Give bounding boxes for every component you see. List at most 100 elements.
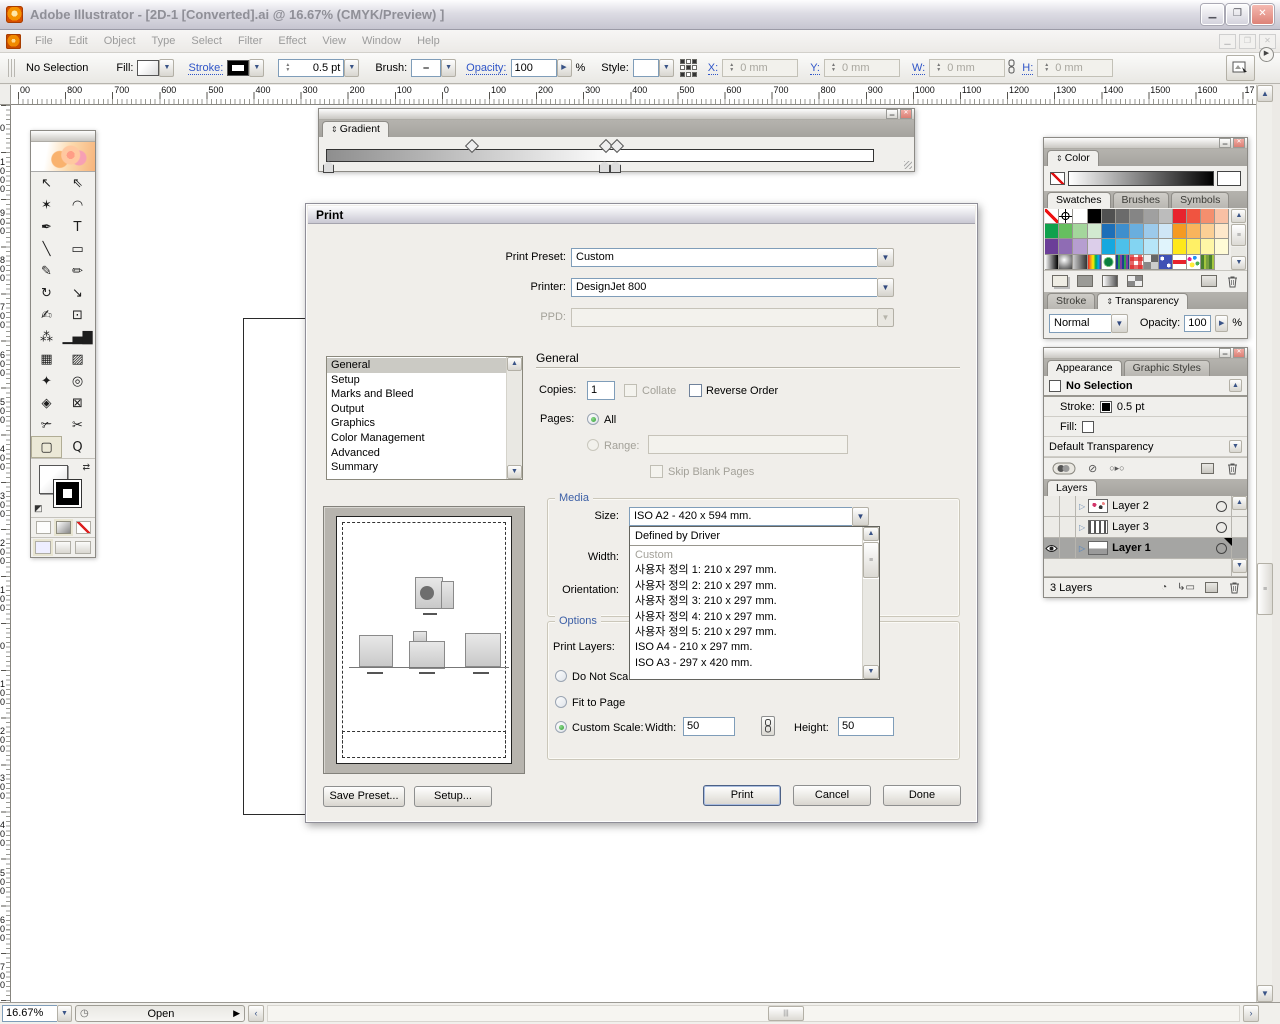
status-field[interactable]: ◷ Open ▶ [75, 1005, 245, 1022]
swatch[interactable] [1088, 209, 1102, 224]
swap-fill-stroke-icon[interactable]: ⇄ [82, 462, 90, 473]
swatch[interactable] [1045, 239, 1059, 254]
gradient-stop[interactable] [323, 161, 334, 173]
warp-tool[interactable]: ✍ [31, 304, 62, 326]
palette-close-icon[interactable]: ✕ [1233, 138, 1245, 148]
menu-item[interactable]: Window [354, 33, 409, 49]
tab-color[interactable]: ⇕Color [1047, 150, 1099, 166]
opacity-popup-icon[interactable]: ▶ [557, 59, 572, 77]
gradient-ramp[interactable] [326, 149, 874, 162]
swatch[interactable] [1187, 255, 1201, 270]
scroll-down-icon[interactable]: ▼ [863, 665, 879, 679]
palette-close-icon[interactable]: ✕ [900, 109, 912, 119]
pages-all-radio[interactable] [587, 413, 599, 425]
swatch[interactable] [1073, 209, 1087, 224]
scroll-right-icon[interactable]: › [1243, 1005, 1259, 1022]
cancel-button[interactable]: Cancel [793, 785, 871, 806]
palette-minimize-icon[interactable]: ▁ [886, 109, 898, 119]
menu-item[interactable]: Help [409, 33, 448, 49]
swatch[interactable] [1159, 209, 1173, 224]
gradient-stop[interactable] [599, 161, 610, 173]
delete-layer-icon[interactable] [1228, 581, 1241, 594]
swatch[interactable] [1187, 239, 1201, 254]
scrollbar-thumb[interactable]: ≡ [1231, 224, 1246, 246]
zoom-level-combo[interactable]: 16.67% ▼ [2, 1005, 72, 1022]
swatch[interactable] [1102, 224, 1116, 239]
delete-item-icon[interactable] [1226, 462, 1239, 475]
palette-menu-icon[interactable]: ▶ [1259, 47, 1274, 62]
swatch[interactable] [1059, 239, 1073, 254]
swatch[interactable] [1073, 239, 1087, 254]
crop-tool[interactable]: ▢ [31, 436, 62, 458]
tab-brushes[interactable]: Brushes [1113, 192, 1170, 208]
size-option[interactable]: ISO A4 - 210 x 297 mm. [630, 640, 862, 655]
scroll-down-icon[interactable]: ▼ [1257, 985, 1273, 1002]
opacity-link[interactable]: Opacity: [466, 62, 506, 75]
swatch[interactable] [1201, 255, 1215, 270]
y-link[interactable]: Y: [810, 62, 820, 75]
menu-item[interactable]: File [27, 33, 61, 49]
print-section-item[interactable]: Summary [327, 460, 506, 475]
swatch[interactable] [1102, 255, 1116, 270]
swatch[interactable] [1215, 224, 1229, 239]
x-link[interactable]: X: [708, 62, 718, 75]
minimize-button[interactable]: ▁ [1201, 4, 1224, 25]
layer-name[interactable]: Layer 3 [1112, 521, 1149, 533]
scissors-tool[interactable]: ✂ [62, 414, 93, 436]
symbol-sprayer-tool[interactable]: ⁂ [31, 326, 62, 348]
swatch[interactable] [1215, 209, 1229, 224]
printer-combo[interactable]: DesignJet 800▼ [571, 278, 894, 297]
rotate-tool[interactable]: ↻ [31, 282, 62, 304]
size-option[interactable]: ISO A3 - 297 x 420 mm. [630, 656, 862, 671]
lock-toggle[interactable] [1060, 517, 1076, 537]
swatch[interactable] [1059, 209, 1073, 224]
stroke-link[interactable]: Stroke: [188, 62, 223, 75]
new-item-icon[interactable] [1201, 463, 1214, 474]
stroke-dropdown-icon[interactable]: ▼ [249, 59, 264, 77]
swatch[interactable] [1173, 239, 1187, 254]
swatch[interactable] [1116, 209, 1130, 224]
brush-dropdown-icon[interactable]: ▼ [441, 59, 456, 77]
tab-appearance[interactable]: Appearance [1047, 360, 1122, 376]
target-circle-icon[interactable] [1216, 501, 1227, 512]
swatch[interactable] [1144, 239, 1158, 254]
stroke-weight-field[interactable]: ▲▼ 0.5 pt [278, 59, 344, 77]
swatch[interactable] [1173, 209, 1187, 224]
done-button[interactable]: Done [883, 785, 961, 806]
none-mode-button[interactable] [76, 521, 91, 534]
paintbrush-tool[interactable]: ✎ [31, 260, 62, 282]
palette-close-icon[interactable]: ✕ [1233, 348, 1245, 358]
scale-width-field[interactable]: 50 [683, 717, 735, 736]
print-section-item[interactable]: Color Management [327, 431, 506, 446]
swatch[interactable] [1088, 255, 1102, 270]
tab-graphic-styles[interactable]: Graphic Styles [1124, 360, 1210, 376]
scrollbar-thumb[interactable]: ||| [768, 1006, 804, 1021]
menu-item[interactable]: View [314, 33, 354, 49]
media-size-combo[interactable]: ISO A2 - 420 x 594 mm.▼ [629, 507, 869, 526]
show-color-swatches-icon[interactable] [1077, 275, 1093, 287]
swatch[interactable] [1144, 255, 1158, 270]
save-preset-button[interactable]: Save Preset... [323, 786, 405, 807]
show-pattern-swatches-icon[interactable] [1127, 275, 1143, 287]
swatch[interactable] [1102, 239, 1116, 254]
swatch[interactable] [1088, 224, 1102, 239]
size-option[interactable]: 사용자 정의 3: 210 x 297 mm. [630, 594, 862, 609]
gradient-mode-button[interactable] [56, 521, 71, 534]
tab-stroke[interactable]: Stroke [1047, 293, 1095, 309]
menu-item[interactable]: Select [183, 33, 230, 49]
print-section-item[interactable]: General [327, 358, 506, 373]
type-tool[interactable]: T [62, 216, 93, 238]
palette-minimize-icon[interactable]: ▁ [1219, 138, 1231, 148]
swatch[interactable] [1073, 224, 1087, 239]
eyedropper-tool[interactable]: ✦ [31, 370, 62, 392]
new-swatch-icon[interactable] [1201, 275, 1217, 287]
swatch[interactable] [1088, 239, 1102, 254]
make-clipping-mask-icon[interactable]: ◔ [1161, 582, 1167, 593]
status-menu-icon[interactable]: ▶ [233, 1008, 240, 1019]
chevron-down-icon[interactable]: ▼ [877, 278, 894, 297]
opacity-field[interactable]: 100 [1184, 315, 1211, 332]
scrollbar-thumb[interactable]: ≡ [863, 542, 879, 578]
size-option[interactable]: 사용자 정의 4: 210 x 297 mm. [630, 610, 862, 625]
swatch[interactable] [1201, 239, 1215, 254]
live-paint-bucket-tool[interactable]: ◈ [31, 392, 62, 414]
